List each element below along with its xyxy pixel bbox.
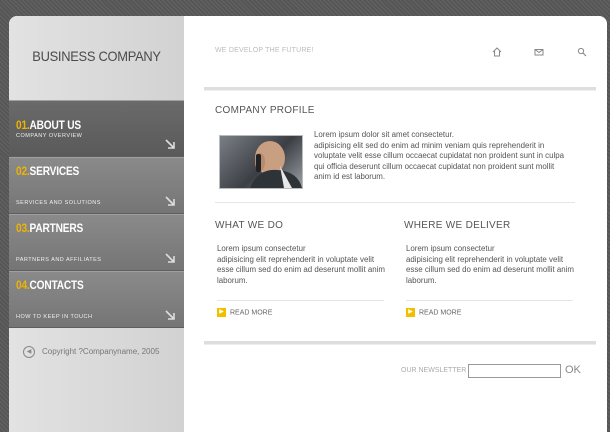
copyright: ◀ Copyright ?Companyname, 2005 <box>23 346 159 358</box>
section-title-where-we-deliver: WHERE WE DELIVER <box>404 220 511 231</box>
arrow-down-right-icon <box>165 310 175 320</box>
section-title-what-we-do: WHAT WE DO <box>215 220 284 231</box>
home-icon[interactable] <box>491 46 503 58</box>
where-we-deliver-lead: Lorem ipsum consectetur <box>406 244 495 253</box>
nav-item-title: 02.SERVICES <box>16 166 79 178</box>
profile-text-block: Lorem ipsum dolor sit amet consectetur. … <box>314 130 569 183</box>
copyright-text: Copyright ?Companyname, 2005 <box>42 347 160 357</box>
profile-lead: Lorem ipsum dolor sit amet consectetur. <box>314 130 454 139</box>
nav-item-number: 02. <box>16 166 30 178</box>
divider <box>217 300 384 301</box>
section-title-company-profile: COMPANY PROFILE <box>215 105 315 116</box>
nav-item-number: 01. <box>16 120 30 132</box>
nav-item-partners[interactable]: 03.PARTNERS PARTNERS AND AFFILIATES <box>9 214 190 271</box>
search-icon[interactable] <box>576 46 588 58</box>
nav-item-about-us[interactable]: 01.ABOUT US COMPANY OVERVIEW <box>9 100 184 157</box>
nav-item-title: 01.ABOUT US <box>16 120 81 132</box>
nav-item-label: CONTACTS <box>29 280 84 292</box>
company-logo[interactable]: BUSINESS COMPANY <box>16 48 177 64</box>
arrow-down-right-icon <box>165 196 175 206</box>
read-more-label: READ MORE <box>230 309 273 317</box>
site-frame: BUSINESS COMPANY 01.ABOUT US COMPANY OVE… <box>9 16 607 432</box>
divider <box>406 300 573 301</box>
nav-item-title: 03.PARTNERS <box>16 223 83 235</box>
where-we-deliver-column: Lorem ipsum consectetur adipisicing elit… <box>406 244 574 286</box>
tagline: WE DEVELOP THE FUTURE! <box>215 47 314 54</box>
nav-item-subtitle: PARTNERS AND AFFILIATES <box>16 257 102 263</box>
nav-item-number: 03. <box>16 223 30 235</box>
nav-item-label: ABOUT US <box>29 120 82 132</box>
read-more-link-where-we-deliver[interactable]: ▶ READ MORE <box>406 308 461 317</box>
nav-item-subtitle: COMPANY OVERVIEW <box>16 133 83 139</box>
bottom-separator <box>204 341 596 345</box>
man-on-phone-image <box>250 141 302 188</box>
what-we-do-lead: Lorem ipsum consectetur <box>217 244 306 253</box>
nav-item-label: SERVICES <box>29 166 80 178</box>
arrow-right-icon: ▶ <box>406 308 415 317</box>
nav-item-number: 04. <box>16 280 30 292</box>
arrow-right-icon: ▶ <box>217 308 226 317</box>
newsletter-label: OUR NEWSLETTER <box>401 367 467 374</box>
what-we-do-body: adipisicing elit reprehenderit in volupt… <box>217 254 385 285</box>
nav-item-subtitle: HOW TO KEEP IN TOUCH <box>16 314 93 320</box>
where-we-deliver-body: adipisicing elit reprehenderit in volupt… <box>406 254 574 285</box>
mail-icon[interactable] <box>533 46 545 58</box>
nav-item-services[interactable]: 02.SERVICES SERVICES AND SOLUTIONS <box>9 157 190 214</box>
left-sidebar: BUSINESS COMPANY 01.ABOUT US COMPANY OVE… <box>9 16 190 432</box>
arrow-down-right-icon <box>165 139 175 149</box>
top-separator <box>204 87 596 91</box>
what-we-do-column: Lorem ipsum consectetur adipisicing elit… <box>217 244 385 286</box>
nav-item-contacts[interactable]: 04.CONTACTS HOW TO KEEP IN TOUCH <box>9 271 190 328</box>
profile-photo <box>219 135 303 189</box>
back-arrow-icon: ◀ <box>23 346 35 358</box>
read-more-label: READ MORE <box>419 309 462 317</box>
divider <box>215 202 575 203</box>
profile-body: adipisicing elit sed do enim ad minim ve… <box>314 140 565 182</box>
main-content: WE DEVELOP THE FUTURE! COMPANY PROFILE L… <box>184 16 607 432</box>
nav-item-title: 04.CONTACTS <box>16 280 84 292</box>
read-more-link-what-we-do[interactable]: ▶ READ MORE <box>217 308 272 317</box>
newsletter-email-input[interactable] <box>468 364 561 378</box>
nav-item-label: PARTNERS <box>29 223 84 235</box>
arrow-down-right-icon <box>165 253 175 263</box>
nav-item-subtitle: SERVICES AND SOLUTIONS <box>16 200 101 206</box>
newsletter-ok-button[interactable]: OK <box>565 364 581 376</box>
